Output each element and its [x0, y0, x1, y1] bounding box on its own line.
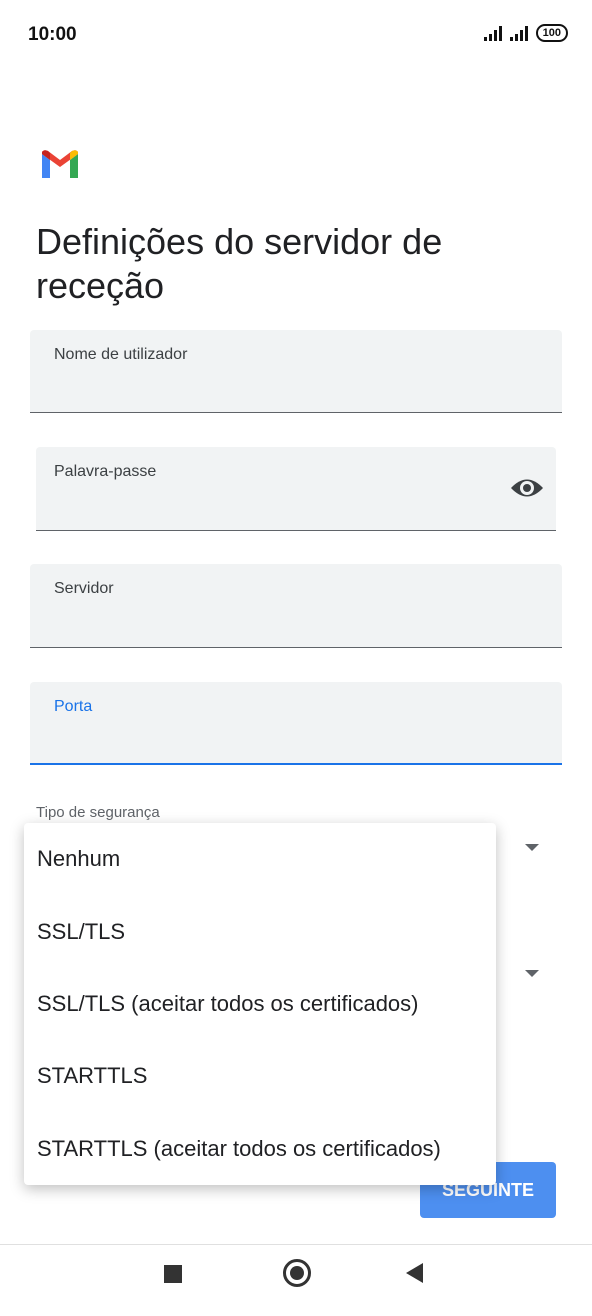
signal-icon	[509, 25, 528, 41]
username-label: Nome de utilizador	[54, 346, 188, 363]
dropdown-arrow-icon[interactable]	[525, 970, 539, 977]
status-icons: 100	[483, 24, 568, 42]
menu-item-starttls[interactable]: STARTTLS	[24, 1040, 496, 1112]
back-triangle-icon[interactable]	[406, 1263, 423, 1283]
menu-item-none[interactable]: Nenhum	[24, 823, 496, 895]
page-title: Definições do servidor de receção	[36, 221, 443, 306]
recents-square-icon[interactable]	[164, 1265, 182, 1283]
password-field[interactable]: Palavra-passe	[36, 447, 556, 531]
password-label: Palavra-passe	[54, 463, 157, 480]
status-bar: 10:00 100	[0, 0, 592, 70]
signal-icon	[483, 25, 502, 41]
battery-icon: 100	[535, 24, 568, 42]
security-type-label: Tipo de segurança	[36, 804, 160, 821]
menu-item-ssl-tls-all-certs[interactable]: SSL/TLS (aceitar todos os certificados)	[24, 968, 496, 1040]
security-type-menu: Nenhum SSL/TLS SSL/TLS (aceitar todos os…	[24, 823, 496, 1185]
server-label: Servidor	[54, 580, 114, 597]
server-field[interactable]: Servidor	[30, 564, 562, 648]
home-circle-icon[interactable]	[283, 1259, 311, 1287]
gmail-logo-icon	[42, 150, 78, 178]
dropdown-arrow-icon[interactable]	[525, 844, 539, 851]
port-label: Porta	[54, 698, 93, 715]
port-field[interactable]: Porta	[30, 682, 562, 765]
username-field[interactable]: Nome de utilizador	[30, 330, 562, 413]
menu-item-starttls-all-certs[interactable]: STARTTLS (aceitar todos os certificados)	[24, 1113, 496, 1185]
eye-icon[interactable]	[510, 475, 544, 501]
navigation-bar	[0, 1245, 592, 1316]
status-time: 10:00	[28, 24, 77, 45]
menu-item-ssl-tls[interactable]: SSL/TLS	[24, 895, 496, 967]
